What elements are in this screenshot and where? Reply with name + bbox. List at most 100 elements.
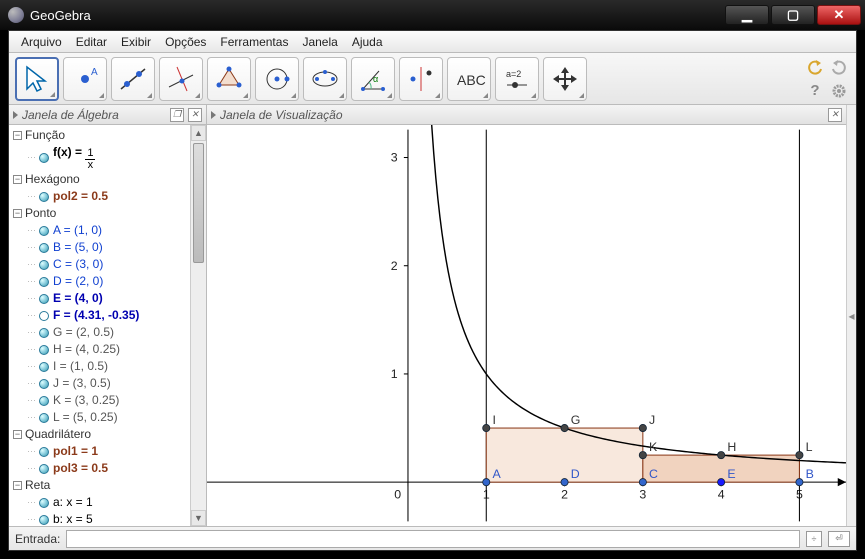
maximize-button[interactable]: ▢ — [771, 5, 815, 25]
tool-point[interactable]: A — [63, 57, 107, 101]
help-button[interactable]: ? — [804, 80, 826, 102]
minimize-button[interactable]: ▁ — [725, 5, 769, 25]
collapse-icon[interactable]: − — [13, 131, 22, 140]
tree-item[interactable]: ⋯K = (3, 0.25) — [11, 392, 190, 409]
panel-detach-button[interactable]: ❐ — [170, 108, 184, 122]
menu-ajuda[interactable]: Ajuda — [346, 33, 389, 51]
svg-text:2: 2 — [391, 259, 398, 273]
tree-item[interactable]: ⋯J = (3, 0.5) — [11, 375, 190, 392]
algebra-panel-header[interactable]: Janela de Álgebra ❐ ✕ — [9, 105, 206, 125]
tool-slider[interactable]: a=2 — [495, 57, 539, 101]
tool-move[interactable] — [15, 57, 59, 101]
tree-item[interactable]: ⋯f(x) = 1x — [11, 144, 190, 171]
menu-janela[interactable]: Janela — [296, 33, 343, 51]
tool-angle[interactable]: α — [351, 57, 395, 101]
visibility-icon[interactable] — [39, 464, 49, 474]
graphics-view[interactable]: 012345123ABCDEGHIJKL — [207, 125, 846, 526]
collapse-icon[interactable]: − — [13, 175, 22, 184]
visibility-icon[interactable] — [39, 260, 49, 270]
tree-item[interactable]: ⋯G = (2, 0.5) — [11, 324, 190, 341]
side-grip[interactable]: ◂ — [846, 105, 856, 526]
svg-text:α: α — [373, 74, 378, 84]
visibility-icon[interactable] — [39, 328, 49, 338]
menu-arquivo[interactable]: Arquivo — [15, 33, 68, 51]
tool-reflect[interactable] — [399, 57, 443, 101]
input-submit-button[interactable]: ⏎ — [828, 531, 850, 547]
expand-icon[interactable] — [13, 111, 18, 119]
window-title: GeoGebra — [30, 8, 725, 23]
toolbar: A α ABC a=2 ? — [9, 53, 856, 105]
tree-item[interactable]: ⋯A = (1, 0) — [11, 222, 190, 239]
tool-perpendicular[interactable] — [159, 57, 203, 101]
visibility-icon[interactable] — [39, 226, 49, 236]
tree-item[interactable]: ⋯I = (1, 0.5) — [11, 358, 190, 375]
tree-item[interactable]: ⋯pol1 = 1 — [11, 443, 190, 460]
graphics-panel: Janela de Visualização ✕ 012345123ABCDEG… — [207, 105, 846, 526]
tree-item[interactable]: ⋯B = (5, 0) — [11, 239, 190, 256]
tree-item[interactable]: ⋯C = (3, 0) — [11, 256, 190, 273]
tree-category[interactable]: −Hexágono — [11, 171, 190, 188]
input-bar: Entrada: ÷ ⏎ — [9, 526, 856, 550]
tree-item[interactable]: ⋯E = (4, 0) — [11, 290, 190, 307]
plot-svg[interactable]: 012345123ABCDEGHIJKL — [207, 125, 846, 526]
visibility-icon[interactable] — [39, 153, 49, 163]
tree-category[interactable]: −Função — [11, 127, 190, 144]
visibility-icon[interactable] — [39, 362, 49, 372]
expand-icon[interactable] — [211, 111, 216, 119]
panel-close-button[interactable]: ✕ — [188, 108, 202, 122]
scroll-thumb[interactable] — [193, 143, 204, 263]
svg-text:A: A — [91, 67, 98, 78]
category-label: Função — [25, 127, 65, 144]
tool-text[interactable]: ABC — [447, 57, 491, 101]
svg-text:ABC: ABC — [457, 72, 486, 88]
tree-item[interactable]: ⋯H = (4, 0.25) — [11, 341, 190, 358]
input-history-button[interactable]: ÷ — [806, 531, 822, 547]
tool-polygon[interactable] — [207, 57, 251, 101]
visibility-icon[interactable] — [39, 345, 49, 355]
visibility-icon[interactable] — [39, 294, 49, 304]
visibility-icon[interactable] — [39, 396, 49, 406]
menu-exibir[interactable]: Exibir — [115, 33, 157, 51]
tree-category[interactable]: −Ponto — [11, 205, 190, 222]
menu-opcoes[interactable]: Opções — [159, 33, 212, 51]
visibility-icon[interactable] — [39, 498, 49, 508]
scrollbar-vertical[interactable]: ▲ ▼ — [190, 125, 206, 526]
tool-circle[interactable] — [255, 57, 299, 101]
collapse-icon[interactable]: − — [13, 430, 22, 439]
tree-category[interactable]: −Quadrilátero — [11, 426, 190, 443]
redo-button[interactable] — [828, 56, 850, 78]
command-input[interactable] — [66, 530, 800, 548]
graphics-panel-header[interactable]: Janela de Visualização ✕ — [207, 105, 846, 125]
undo-button[interactable] — [804, 56, 826, 78]
visibility-icon[interactable] — [39, 192, 49, 202]
tree-item[interactable]: ⋯F = (4.31, -0.35) — [11, 307, 190, 324]
tool-line[interactable] — [111, 57, 155, 101]
tree-item[interactable]: ⋯D = (2, 0) — [11, 273, 190, 290]
visibility-icon[interactable] — [39, 379, 49, 389]
scroll-down-icon[interactable]: ▼ — [191, 510, 206, 526]
tree-item[interactable]: ⋯b: x = 5 — [11, 511, 190, 526]
menu-editar[interactable]: Editar — [70, 33, 113, 51]
visibility-icon[interactable] — [39, 311, 49, 321]
titlebar[interactable]: GeoGebra ▁ ▢ ✕ — [0, 0, 865, 30]
tool-conic[interactable] — [303, 57, 347, 101]
visibility-icon[interactable] — [39, 413, 49, 423]
visibility-icon[interactable] — [39, 277, 49, 287]
collapse-icon[interactable]: − — [13, 481, 22, 490]
visibility-icon[interactable] — [39, 243, 49, 253]
settings-button[interactable] — [828, 80, 850, 102]
panel-close-button[interactable]: ✕ — [828, 108, 842, 122]
close-button[interactable]: ✕ — [817, 5, 861, 25]
tree-item[interactable]: ⋯L = (5, 0.25) — [11, 409, 190, 426]
tool-move-view[interactable] — [543, 57, 587, 101]
visibility-icon[interactable] — [39, 447, 49, 457]
tree-item[interactable]: ⋯pol2 = 0.5 — [11, 188, 190, 205]
algebra-tree[interactable]: −Função⋯f(x) = 1x−Hexágono⋯pol2 = 0.5−Po… — [9, 125, 190, 526]
visibility-icon[interactable] — [39, 515, 49, 525]
tree-category[interactable]: −Reta — [11, 477, 190, 494]
tree-item[interactable]: ⋯pol3 = 0.5 — [11, 460, 190, 477]
collapse-icon[interactable]: − — [13, 209, 22, 218]
menu-ferramentas[interactable]: Ferramentas — [214, 33, 294, 51]
tree-item[interactable]: ⋯a: x = 1 — [11, 494, 190, 511]
scroll-up-icon[interactable]: ▲ — [191, 125, 206, 141]
